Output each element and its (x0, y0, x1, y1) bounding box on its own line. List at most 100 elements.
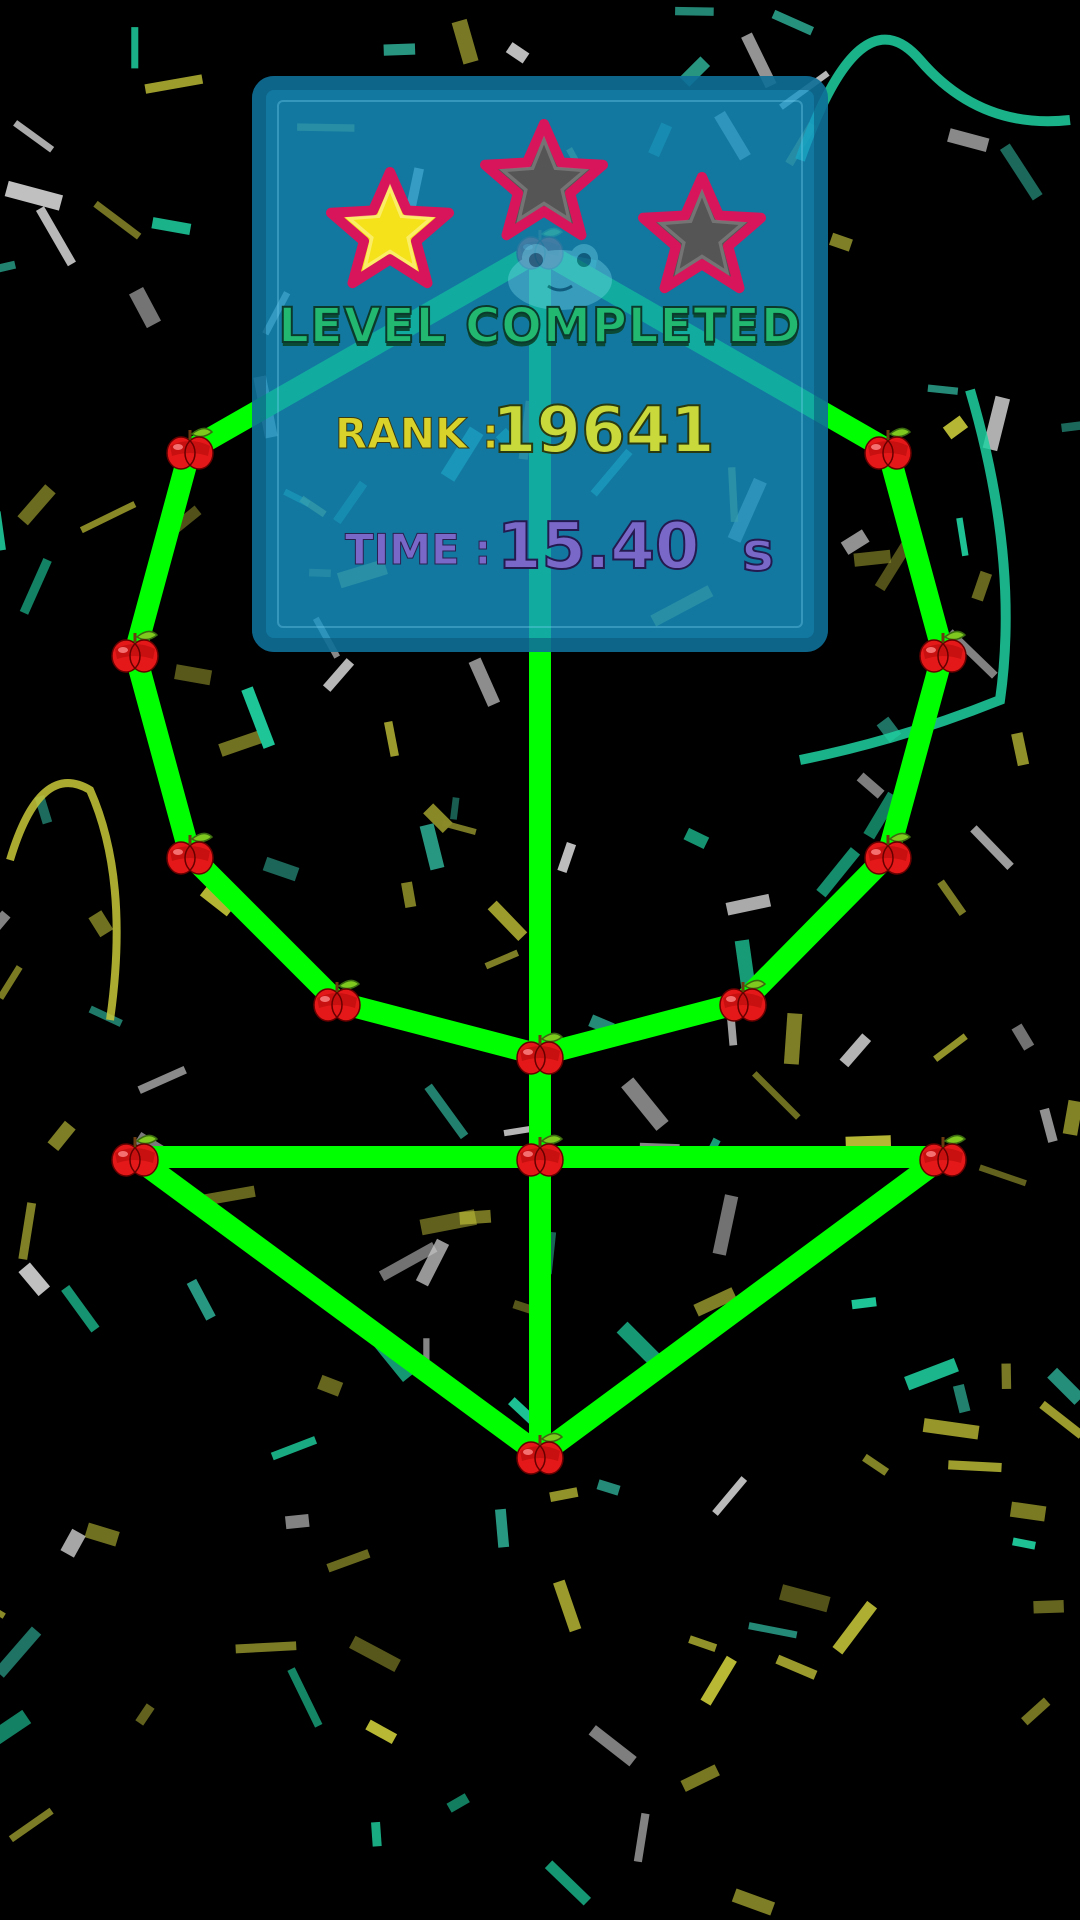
confetti-piece (851, 1297, 877, 1310)
confetti-piece (0, 1709, 32, 1754)
confetti-piece (371, 1821, 382, 1847)
confetti-piece (79, 501, 137, 534)
connection-line (179, 844, 348, 1013)
confetti-piece (856, 772, 885, 799)
confetti-piece (1062, 1099, 1080, 1136)
confetti-piece (18, 1262, 51, 1297)
confetti-piece (0, 1589, 6, 1619)
confetti-piece (0, 1626, 42, 1678)
confetti-piece (47, 1120, 76, 1152)
confetti-piece (778, 1584, 831, 1613)
confetti-piece (287, 1667, 323, 1728)
confetti-piece (783, 1012, 803, 1065)
confetti-piece (61, 1284, 100, 1333)
connection-line (877, 642, 954, 866)
confetti-piece (942, 415, 969, 440)
confetti-piece (771, 9, 815, 36)
confetti-piece (135, 1703, 155, 1726)
confetti-piece (633, 1812, 650, 1863)
confetti-piece (544, 1860, 592, 1906)
confetti-piece (450, 797, 460, 820)
confetti-piece (235, 1641, 297, 1654)
apple-icon[interactable] (111, 630, 159, 673)
apple-icon[interactable] (919, 630, 967, 673)
confetti-piece (948, 1460, 1002, 1473)
confetti-piece (840, 529, 870, 555)
confetti-piece (88, 910, 114, 938)
rank-label: RANK : (335, 409, 500, 459)
level-completed-title: LEVEL COMPLETED (277, 297, 802, 355)
confetti-piece (971, 570, 993, 602)
confetti-piece (270, 1436, 318, 1461)
confetti-piece (326, 1549, 371, 1573)
confetti-piece (1039, 1107, 1058, 1143)
confetti-piece (8, 1807, 54, 1843)
confetti-piece (383, 721, 399, 757)
confetti-piece (129, 286, 161, 329)
confetti-piece (1039, 1400, 1080, 1439)
star-empty-icon (479, 118, 609, 241)
confetti-piece (1033, 1600, 1064, 1614)
confetti-piece (18, 1202, 37, 1260)
confetti-piece (933, 1033, 968, 1062)
confetti-piece (828, 232, 853, 252)
confetti-piece (956, 517, 969, 557)
confetti-piece (952, 1383, 971, 1414)
confetti-piece (862, 1453, 890, 1476)
confetti-piece (93, 200, 142, 240)
confetti-piece (0, 965, 23, 1000)
confetti-piece (675, 6, 714, 16)
confetti-piece (712, 1194, 739, 1256)
confetti-piece (487, 900, 528, 941)
time-label: TIME : (344, 525, 492, 575)
confetti-piece (1001, 1363, 1012, 1389)
confetti-piece (349, 1635, 401, 1672)
confetti-piece (683, 827, 710, 850)
confetti-piece (1011, 732, 1030, 767)
connection-line (124, 439, 201, 664)
confetti-piece (0, 260, 17, 281)
confetti-piece (978, 1164, 1027, 1187)
apple-icon[interactable] (719, 979, 767, 1022)
confetti-piece (505, 42, 530, 64)
confetti-piece (725, 893, 772, 916)
confetti-piece (451, 18, 479, 65)
apple-icon[interactable] (111, 1134, 159, 1177)
confetti-piece (970, 825, 1014, 870)
star-filled-icon (325, 166, 455, 289)
confetti-piece (4, 180, 64, 211)
confetti-piece (999, 143, 1043, 201)
confetti-piece (144, 74, 204, 94)
confetti-piece (839, 1033, 872, 1068)
apple-icon[interactable] (166, 427, 214, 470)
confetti-piece (459, 1209, 492, 1225)
confetti-piece (186, 1278, 216, 1321)
confetti-piece (60, 1528, 86, 1558)
confetti-piece (131, 27, 139, 69)
confetti-piece (84, 1522, 120, 1547)
confetti-piece (680, 1764, 720, 1792)
confetti-piece (494, 1508, 510, 1548)
confetti-piece (751, 1071, 801, 1120)
confetti-piece (401, 881, 417, 909)
confetti-piece (1012, 1537, 1036, 1550)
confetti-piece (1011, 1023, 1035, 1051)
confetti-piece (947, 128, 990, 152)
connection-line (124, 642, 201, 866)
star-empty-icon (637, 171, 767, 294)
confetti-piece (731, 1888, 776, 1916)
apple-icon[interactable] (166, 832, 214, 875)
confetti-piece (904, 1357, 959, 1391)
apple-icon[interactable] (919, 1134, 967, 1177)
confetti-piece (1009, 1501, 1047, 1522)
apple-icon[interactable] (516, 1134, 564, 1177)
confetti-piece (19, 557, 52, 615)
confetti-piece (88, 1005, 123, 1027)
apple-icon[interactable] (864, 832, 912, 875)
confetti-piece (553, 1579, 582, 1633)
confetti-piece (937, 879, 967, 917)
connection-line (326, 991, 551, 1066)
confetti-piece (0, 511, 6, 551)
confetti-piece (365, 1719, 398, 1744)
confetti-piece (557, 841, 577, 873)
